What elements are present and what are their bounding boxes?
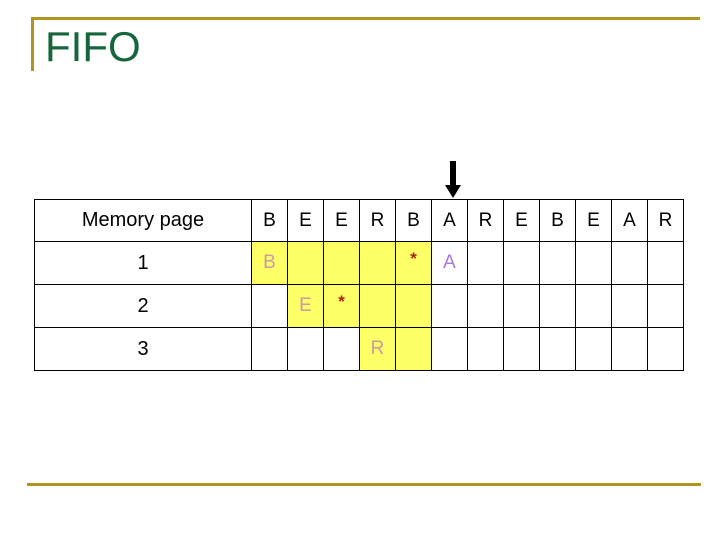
frame-cell <box>647 284 684 328</box>
frame-cell <box>251 284 288 328</box>
reference-letter: E <box>587 209 600 231</box>
frame-cell <box>251 327 288 371</box>
frame-cell <box>611 241 648 285</box>
frame-cell <box>539 284 576 328</box>
frame-cell <box>467 284 504 328</box>
reference-letter: E <box>299 209 312 231</box>
table-row: 2 E * <box>34 284 684 328</box>
frame-cell <box>359 241 396 285</box>
frame-cell <box>575 284 612 328</box>
table-header-row: Memory page BEERBAREBEAR <box>34 199 684 242</box>
reference-header-cell: R <box>647 199 684 242</box>
frame-content-letter: R <box>370 338 385 359</box>
frame-content-letter: A <box>443 252 456 273</box>
frame-cell <box>575 241 612 285</box>
frame-cell: * <box>323 284 360 328</box>
frame-cell <box>395 327 432 371</box>
reference-header-cell: E <box>287 199 324 242</box>
reference-letter: R <box>658 209 673 231</box>
hit-star-marker: * <box>338 292 345 311</box>
row-label: 1 <box>137 251 149 274</box>
reference-letter: B <box>407 209 420 231</box>
reference-letter: R <box>478 209 493 231</box>
frame-cell <box>539 327 576 371</box>
reference-letter: B <box>551 209 564 231</box>
row-label-cell: 2 <box>34 284 252 328</box>
frame-cell <box>323 327 360 371</box>
frame-cell <box>287 241 324 285</box>
frame-cell <box>467 241 504 285</box>
frame-cell: B <box>251 241 288 285</box>
frame-cell <box>359 284 396 328</box>
frame-cell <box>611 284 648 328</box>
page-title: FIFO <box>45 23 141 70</box>
fifo-table-body: Memory page BEERBAREBEAR 1 B * A 2 E * 3 R <box>34 199 684 371</box>
reference-letter: E <box>515 209 528 231</box>
reference-header-cell: R <box>467 199 504 242</box>
memory-page-header-cell: Memory page <box>34 199 252 242</box>
frame-cell <box>647 241 684 285</box>
row-label: 2 <box>137 294 149 317</box>
frame-content-letter: E <box>299 295 312 316</box>
frame-cell <box>611 327 648 371</box>
reference-header-cell: B <box>395 199 432 242</box>
frame-cell <box>287 327 324 371</box>
row-label-cell: 1 <box>34 241 252 285</box>
reference-letter: R <box>370 209 385 231</box>
reference-letter: B <box>263 209 276 231</box>
frame-cell <box>323 241 360 285</box>
frame-cell <box>431 284 468 328</box>
reference-header-cell: E <box>323 199 360 242</box>
reference-letter: E <box>335 209 348 231</box>
reference-letter: A <box>443 209 456 231</box>
table-row: 1 B * A <box>34 241 684 285</box>
reference-header-cell: B <box>539 199 576 242</box>
reference-header-cell: E <box>503 199 540 242</box>
frame-cell <box>431 327 468 371</box>
memory-page-header-label: Memory page <box>81 209 205 231</box>
fifo-memory-table: Memory page BEERBAREBEAR 1 B * A 2 E * 3 R <box>34 199 684 371</box>
frame-cell: E <box>287 284 324 328</box>
frame-cell: R <box>359 327 396 371</box>
reference-header-cell: B <box>251 199 288 242</box>
frame-content-letter: B <box>263 252 276 273</box>
reference-header-cell: R <box>359 199 396 242</box>
frame-cell <box>503 241 540 285</box>
reference-header-cell: A <box>611 199 648 242</box>
down-arrow-icon <box>444 161 462 199</box>
frame-cell: A <box>431 241 468 285</box>
row-label-cell: 3 <box>34 327 252 371</box>
table-row: 3R <box>34 327 684 371</box>
frame-cell <box>539 241 576 285</box>
frame-cell: * <box>395 241 432 285</box>
frame-cell <box>395 284 432 328</box>
frame-cell <box>575 327 612 371</box>
reference-header-cell: A <box>431 199 468 242</box>
row-label: 3 <box>137 337 149 360</box>
hit-star-marker: * <box>410 249 417 268</box>
reference-header-cell: E <box>575 199 612 242</box>
frame-cell <box>647 327 684 371</box>
frame-cell <box>503 327 540 371</box>
slide-bottom-rule <box>27 483 701 486</box>
frame-cell <box>467 327 504 371</box>
slide-left-accent-bar <box>31 17 34 71</box>
frame-cell <box>503 284 540 328</box>
reference-letter: A <box>623 209 636 231</box>
slide-top-rule <box>31 17 700 20</box>
